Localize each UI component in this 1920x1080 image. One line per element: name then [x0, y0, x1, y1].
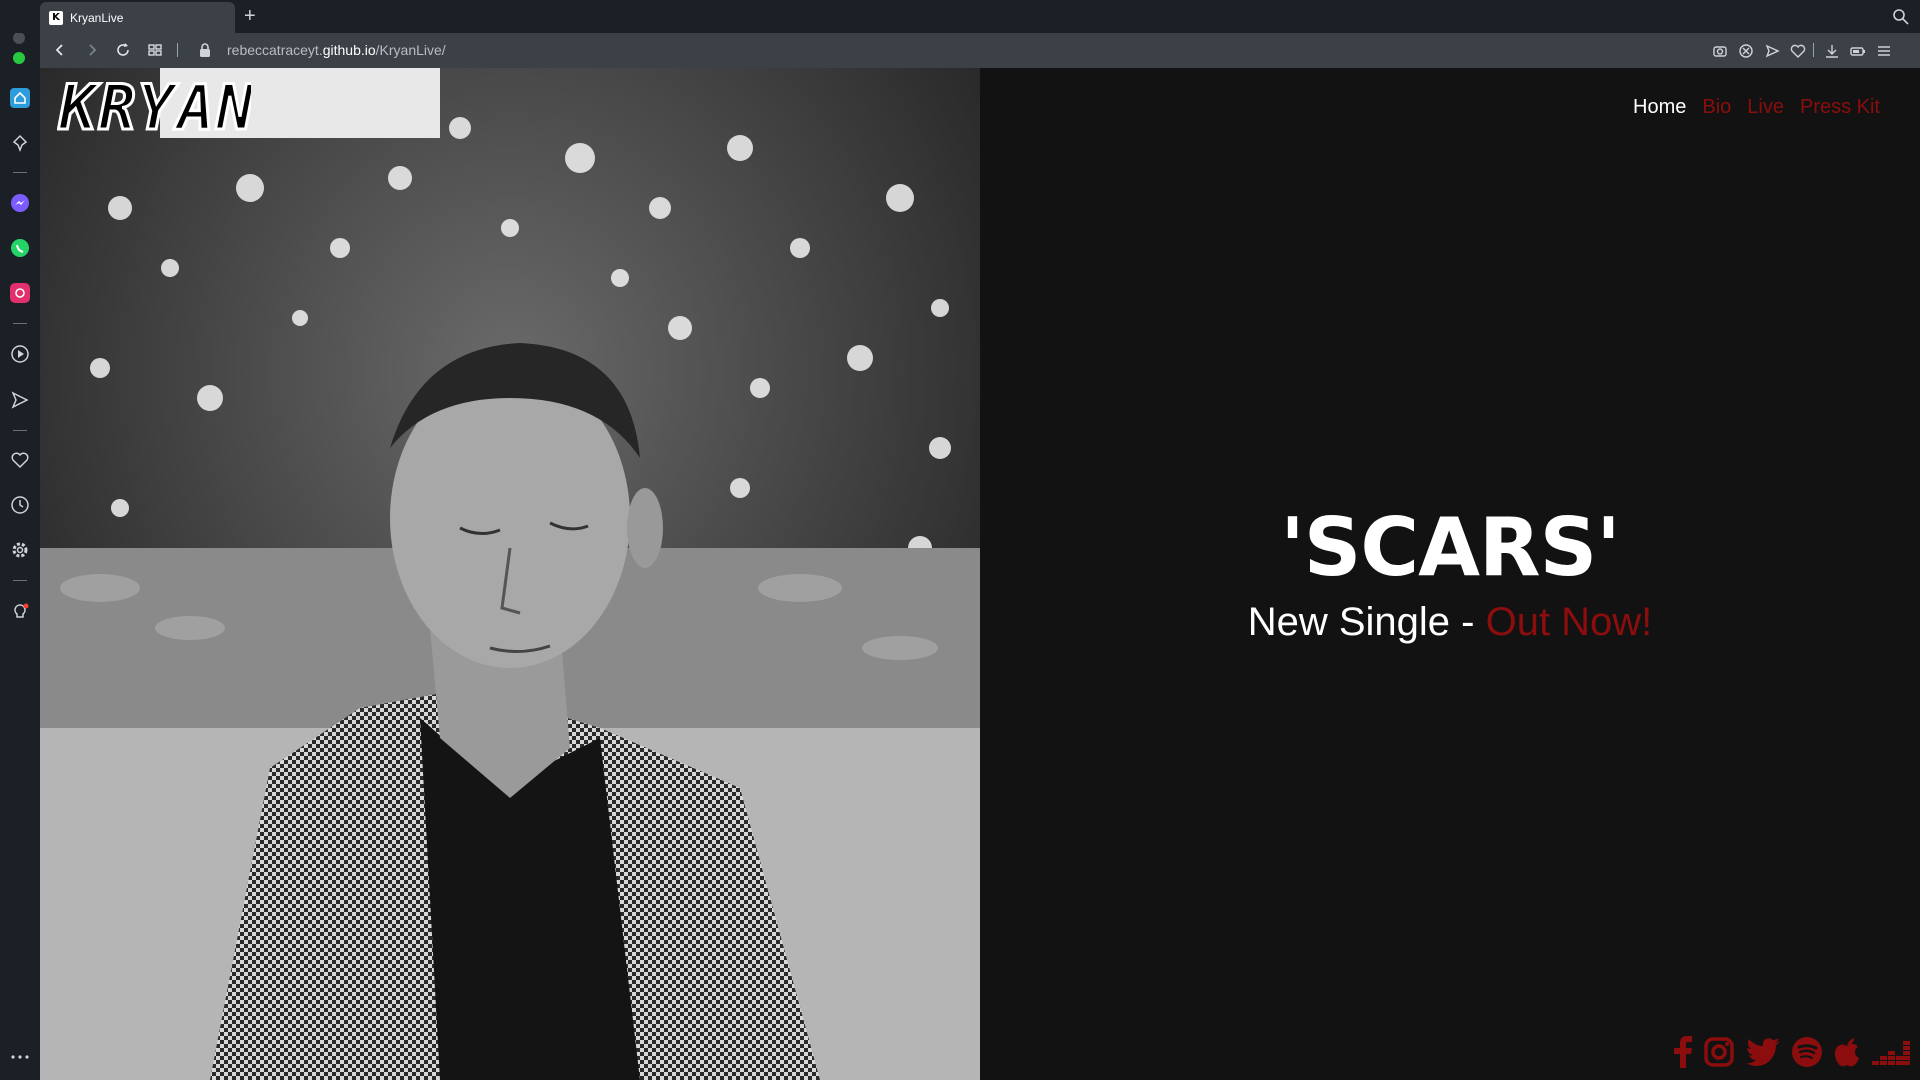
url-field[interactable]: rebeccatraceyt.github.io/KryanLive/: [227, 42, 446, 58]
tab-favicon: K: [49, 10, 63, 25]
instagram-sidebar-icon[interactable]: [10, 283, 30, 303]
spotify-icon[interactable]: [1792, 1037, 1822, 1067]
hero-subtitle-highlight: Out Now!: [1485, 600, 1653, 644]
main-nav: Home Bio Live Press Kit: [1633, 96, 1880, 119]
sidebar-separator: [13, 430, 27, 431]
favorites-heart-icon[interactable]: [10, 450, 30, 470]
easy-setup-menu-icon[interactable]: [1876, 43, 1892, 59]
sidebar-separator: [13, 323, 27, 324]
browser-sidebar: [0, 0, 40, 1080]
forward-arrow-icon[interactable]: [84, 42, 100, 58]
nav-press-kit[interactable]: Press Kit: [1800, 96, 1880, 119]
logo-text: KRYAN: [58, 77, 251, 141]
home-panel-icon[interactable]: [10, 88, 30, 108]
instagram-icon[interactable]: [1704, 1037, 1734, 1067]
minimize-window-button[interactable]: [13, 32, 25, 44]
send-icon[interactable]: [1764, 43, 1780, 59]
lock-icon[interactable]: [198, 42, 212, 58]
speed-dial-grid-icon[interactable]: [147, 42, 163, 58]
toolbar-divider: [177, 43, 178, 57]
hero-title: 'SCARS': [1280, 501, 1620, 594]
tab-bar: K KryanLive +: [0, 0, 1920, 33]
toolbar-divider: [1813, 43, 1814, 57]
more-options-icon[interactable]: [10, 1052, 30, 1062]
url-path: /KryanLive/: [375, 42, 446, 58]
nav-home[interactable]: Home: [1633, 96, 1686, 119]
social-links: [1674, 1036, 1910, 1068]
ad-blocker-icon[interactable]: [1738, 43, 1754, 59]
url-domain: github.io: [322, 42, 376, 58]
maximize-window-button[interactable]: [13, 52, 25, 64]
tab-kryanlive[interactable]: K KryanLive: [40, 2, 235, 33]
kryan-logo[interactable]: KRYAN: [57, 77, 251, 141]
new-tab-button[interactable]: +: [244, 4, 256, 28]
web-page: KRYAN Home Bio Live Press Kit 'SCARS' Ne…: [40, 68, 1920, 1080]
camera-snapshot-icon[interactable]: [1712, 43, 1728, 59]
my-flow-icon[interactable]: [10, 390, 30, 410]
player-icon[interactable]: [10, 344, 30, 364]
hero-photo: KRYAN: [40, 68, 980, 1080]
sidebar-separator: [13, 580, 27, 581]
tab-title: KryanLive: [70, 10, 124, 25]
hero-subtitle: New Single - Out Now!: [980, 600, 1920, 645]
deezer-icon[interactable]: [1872, 1039, 1910, 1065]
reload-icon[interactable]: [115, 42, 131, 58]
pinboard-icon[interactable]: [10, 133, 30, 153]
nav-bio[interactable]: Bio: [1702, 96, 1731, 119]
history-clock-icon[interactable]: [10, 495, 30, 515]
address-bar: rebeccatraceyt.github.io/KryanLive/: [40, 33, 1920, 68]
tab-search-icon[interactable]: [1892, 8, 1910, 26]
whatsapp-icon[interactable]: [10, 238, 30, 258]
messenger-icon[interactable]: [10, 193, 30, 213]
sidebar-separator: [13, 172, 27, 173]
settings-gear-icon[interactable]: [10, 540, 30, 560]
battery-saver-icon[interactable]: [1850, 43, 1866, 59]
twitter-icon[interactable]: [1746, 1038, 1780, 1066]
bookmark-heart-icon[interactable]: [1790, 43, 1806, 59]
download-icon[interactable]: [1824, 43, 1840, 59]
facebook-icon[interactable]: [1674, 1036, 1692, 1068]
url-prefix: rebeccatraceyt.: [227, 42, 323, 58]
nav-live[interactable]: Live: [1747, 96, 1784, 119]
tips-lightbulb-icon[interactable]: [10, 602, 30, 622]
apple-icon[interactable]: [1834, 1037, 1860, 1067]
back-arrow-icon[interactable]: [52, 42, 68, 58]
hero-subtitle-prefix: New Single -: [1247, 600, 1486, 644]
